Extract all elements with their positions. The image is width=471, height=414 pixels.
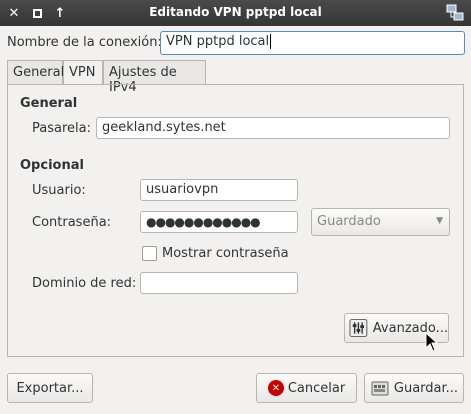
password-input[interactable]: ●●●●●●●●●●●● bbox=[140, 211, 298, 233]
window-title: Editando VPN pptpd local bbox=[149, 5, 322, 19]
show-password-label[interactable]: Mostrar contraseña bbox=[162, 246, 289, 261]
password-label: Contraseña: bbox=[32, 215, 112, 230]
cancel-label: Cancelar bbox=[287, 380, 346, 396]
tab-vpn[interactable]: VPN bbox=[63, 60, 103, 85]
save-icon bbox=[371, 381, 389, 396]
password-mode-dropdown[interactable]: Guardado ▼ bbox=[311, 208, 450, 236]
mouse-cursor-icon bbox=[425, 332, 439, 352]
password-mode-value: Guardado bbox=[317, 214, 381, 229]
cancel-button[interactable]: ✕ Cancelar bbox=[256, 373, 357, 403]
connection-name-input[interactable]: VPN pptpd local bbox=[160, 31, 465, 55]
optional-heading: Opcional bbox=[20, 158, 84, 173]
show-password-checkbox[interactable] bbox=[142, 246, 157, 261]
settings-sliders-icon bbox=[349, 319, 368, 337]
network-app-icon bbox=[446, 4, 464, 21]
export-button[interactable]: Exportar... bbox=[7, 373, 93, 403]
tab-ipv4[interactable]: Ajustes de IPv4 bbox=[103, 60, 206, 95]
general-heading: General bbox=[20, 96, 78, 111]
user-label: Usuario: bbox=[32, 183, 86, 198]
cancel-icon: ✕ bbox=[267, 380, 284, 396]
connection-name-value: VPN pptpd local bbox=[166, 34, 270, 49]
tab-general[interactable]: General bbox=[7, 60, 64, 84]
chevron-down-icon: ▼ bbox=[436, 216, 443, 226]
save-label: Guardar... bbox=[393, 380, 459, 396]
gateway-input[interactable]: geekland.sytes.net bbox=[96, 117, 450, 139]
title-bar: ✕ ↑ Editando VPN pptpd local bbox=[0, 0, 471, 26]
connection-name-label: Nombre de la conexión: bbox=[7, 35, 162, 50]
save-button[interactable]: Guardar... bbox=[364, 373, 464, 403]
domain-input[interactable] bbox=[140, 272, 298, 294]
user-input[interactable]: usuariovpn bbox=[140, 179, 298, 201]
domain-label: Dominio de red: bbox=[32, 276, 137, 291]
gateway-label: Pasarela: bbox=[32, 121, 91, 136]
